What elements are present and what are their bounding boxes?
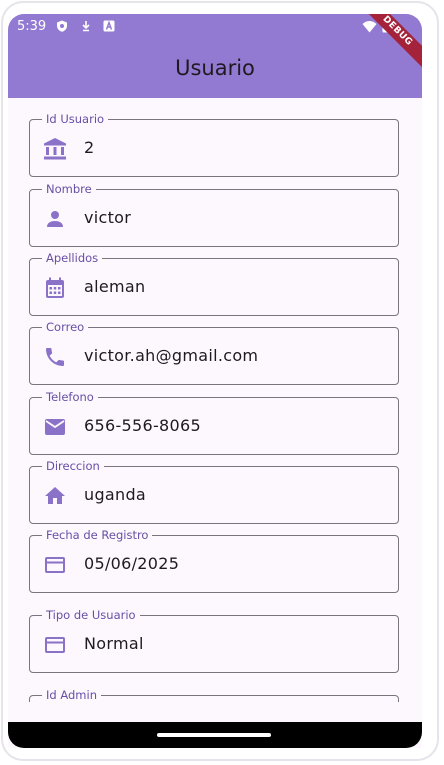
screen: 5:39 Usuario DEBUG Id Usuario 2 Nombre v… [8, 14, 422, 748]
person-icon [47, 211, 63, 227]
email-icon [45, 419, 65, 435]
home-icon [45, 487, 65, 504]
field-label: Id Admin [42, 688, 101, 702]
credit-card-icon [45, 637, 65, 653]
fecha-registro-field[interactable]: Fecha de Registro 05/06/2025 [29, 528, 399, 593]
calendar-icon [46, 277, 64, 298]
app-bar: 5:39 Usuario DEBUG [8, 14, 422, 98]
system-navigation-bar [8, 722, 422, 748]
status-bar: 5:39 [8, 14, 422, 40]
field-value: aleman [84, 277, 146, 296]
field-value: 2 [84, 138, 95, 157]
user-form: Id Usuario 2 Nombre victor Apellidos ale… [8, 98, 422, 702]
field-value: victor [84, 208, 132, 227]
field-value: victor.ah@gmail.com [84, 346, 259, 365]
wifi-icon [362, 21, 377, 33]
apellidos-field[interactable]: Apellidos aleman [29, 251, 399, 316]
telefono-field[interactable]: Telefono 656-556-8065 [29, 390, 399, 455]
field-label: Apellidos [42, 251, 103, 265]
page-title: Usuario [175, 56, 255, 80]
device: 5:39 Usuario DEBUG Id Usuario 2 Nombre v… [0, 0, 444, 765]
direccion-field[interactable]: Direccion uganda [29, 459, 399, 524]
shield-icon [57, 20, 67, 32]
field-label: Tipo de Usuario [42, 608, 140, 622]
bank-icon [44, 138, 66, 160]
id-usuario-field[interactable]: Id Usuario 2 [29, 112, 399, 177]
a-icon [103, 20, 115, 32]
home-gesture-handle[interactable] [157, 733, 271, 737]
field-value: Normal [84, 634, 144, 653]
field-label: Telefono [42, 390, 98, 404]
field-label: Correo [42, 320, 89, 334]
field-value: 656-556-8065 [84, 416, 201, 435]
phone-icon [46, 348, 64, 366]
correo-field[interactable]: Correo victor.ah@gmail.com [29, 320, 399, 385]
tipo-usuario-field[interactable]: Tipo de Usuario Normal [29, 608, 399, 673]
id-admin-field[interactable]: Id Admin [29, 688, 399, 702]
field-label: Direccion [42, 459, 104, 473]
download-icon [82, 21, 90, 32]
field-value: 05/06/2025 [84, 554, 180, 573]
field-label: Nombre [42, 182, 96, 196]
credit-card-icon [45, 557, 65, 573]
field-value: uganda [84, 485, 147, 504]
field-label: Fecha de Registro [42, 528, 153, 542]
field-label: Id Usuario [42, 112, 109, 126]
nombre-field[interactable]: Nombre victor [29, 182, 399, 247]
status-time: 5:39 [17, 19, 47, 34]
